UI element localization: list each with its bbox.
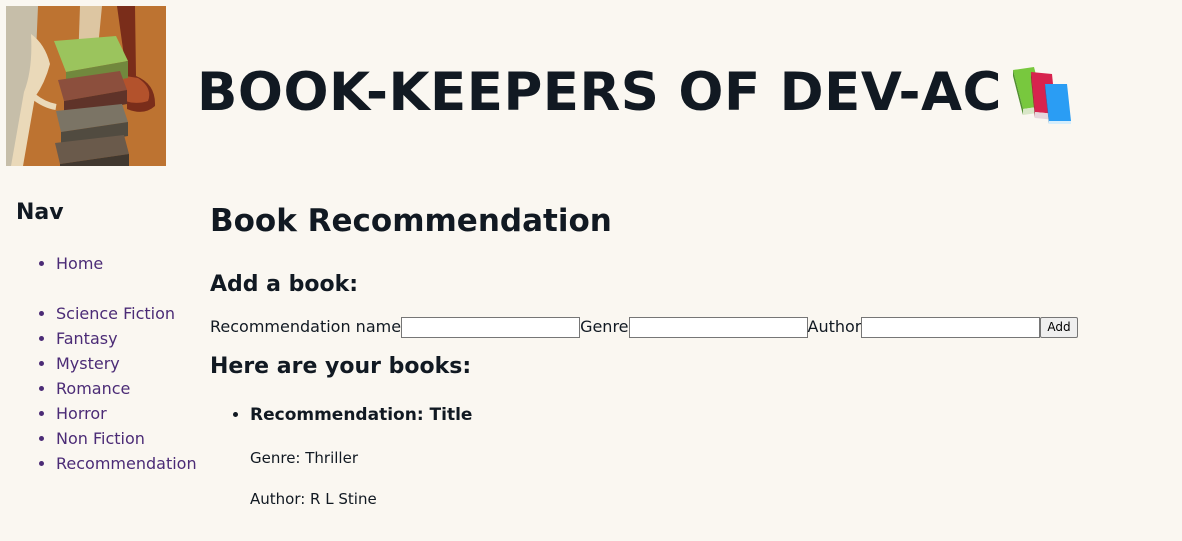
main-content: Book Recommendation Add a book: Recommen… bbox=[210, 200, 1150, 509]
nav-link-mystery[interactable]: Mystery bbox=[56, 354, 120, 373]
nav-item-romance: Romance bbox=[56, 376, 206, 401]
page-title: Book Recommendation bbox=[210, 203, 612, 239]
nav-item-non-fiction: Non Fiction bbox=[56, 426, 206, 451]
sidebar-nav: Nav Home Science Fiction Fantasy Mystery… bbox=[16, 198, 206, 476]
nav-link-romance[interactable]: Romance bbox=[56, 379, 130, 398]
nav-link-recommendation[interactable]: Recommendation bbox=[56, 454, 197, 473]
site-title: BOOK-KEEPERS OF DEV-AC bbox=[197, 62, 1002, 123]
stacked-books-image bbox=[6, 6, 166, 166]
book-author: Author: R L Stine bbox=[250, 490, 377, 508]
nav-item-horror: Horror bbox=[56, 401, 206, 426]
nav-item-recommendation: Recommendation bbox=[56, 451, 206, 476]
book-list-item: Recommendation: Title Genre: Thriller Au… bbox=[250, 402, 1150, 509]
book-title: Recommendation: Title bbox=[250, 405, 473, 425]
nav-item-home: Home bbox=[56, 251, 206, 276]
book-list: Recommendation: Title Genre: Thriller Au… bbox=[210, 402, 1150, 509]
page: BOOK-KEEPERS OF DEV-AC Nav Home Science … bbox=[0, 0, 1182, 541]
nav-item-science-fiction: Science Fiction bbox=[56, 301, 206, 326]
add-book-button[interactable]: Add bbox=[1040, 316, 1078, 338]
recommendation-name-input[interactable] bbox=[401, 316, 581, 338]
nav-link-horror[interactable]: Horror bbox=[56, 404, 107, 423]
genre-label: Genre bbox=[580, 317, 629, 336]
recommendation-name-label: Recommendation name bbox=[210, 317, 402, 336]
site-header: BOOK-KEEPERS OF DEV-AC bbox=[6, 6, 1182, 166]
add-book-form: Recommendation name Genre Author Add bbox=[210, 316, 1150, 338]
nav-link-home[interactable]: Home bbox=[56, 254, 103, 273]
author-label: Author bbox=[807, 317, 862, 336]
author-input[interactable] bbox=[861, 316, 1041, 338]
nav-title: Nav bbox=[16, 200, 64, 225]
nav-item-mystery: Mystery bbox=[56, 351, 206, 376]
genre-input[interactable] bbox=[628, 316, 808, 338]
nav-link-science-fiction[interactable]: Science Fiction bbox=[56, 304, 175, 323]
primary-nav-list: Home bbox=[16, 251, 206, 276]
nav-item-fantasy: Fantasy bbox=[56, 326, 206, 351]
nav-link-fantasy[interactable]: Fantasy bbox=[56, 329, 118, 348]
genre-nav-list: Science Fiction Fantasy Mystery Romance … bbox=[16, 301, 206, 476]
books-icon bbox=[1013, 67, 1071, 124]
nav-link-non-fiction[interactable]: Non Fiction bbox=[56, 429, 145, 448]
book-genre: Genre: Thriller bbox=[250, 449, 358, 467]
books-heading: Here are your books: bbox=[210, 354, 472, 379]
add-book-heading: Add a book: bbox=[210, 272, 359, 297]
